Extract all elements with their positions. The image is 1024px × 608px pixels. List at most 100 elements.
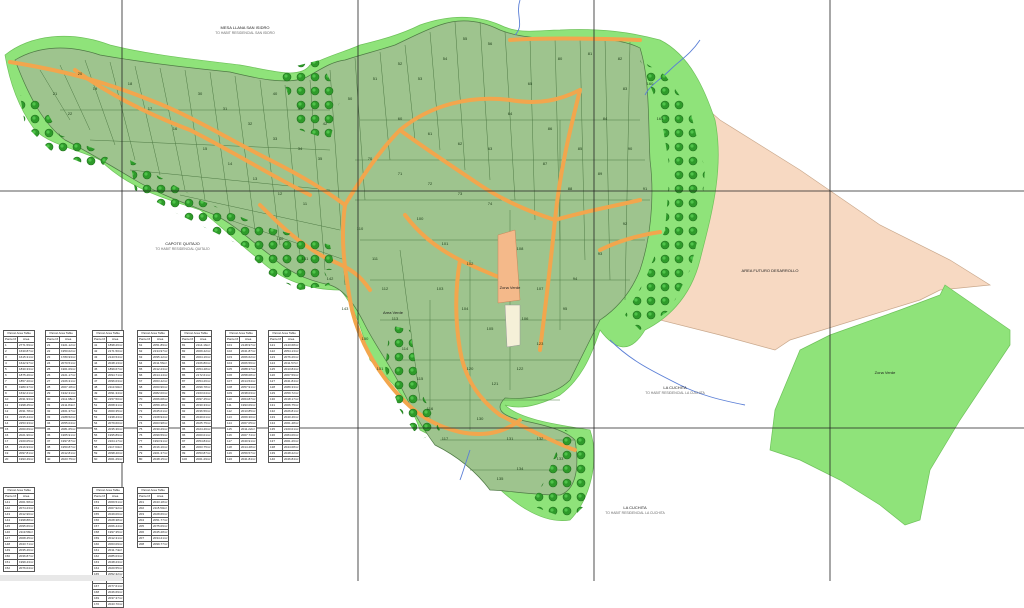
- lot-number: 56: [488, 41, 493, 46]
- cell-area: 2057.91m²: [239, 384, 258, 391]
- cell-area: 2049.06m²: [106, 511, 125, 518]
- table-row: 106 2058.08m²: [224, 372, 258, 379]
- table-title: Parcel Area Table: [267, 330, 301, 337]
- table-row: 114 2067.05m²: [224, 420, 258, 427]
- table-row: 109 2038.03m²: [224, 390, 258, 397]
- cell-area: 2076.26m²: [282, 354, 301, 361]
- table-row: 24 2070.51m²: [44, 360, 78, 367]
- parcel-area-table: Parcel Area Table Parcel # Area 81 2114.16m²…: [179, 330, 213, 463]
- lot-number: 120: [467, 366, 474, 371]
- table-row: 157 2066.44m²: [91, 523, 125, 530]
- table-row: 164 2020.55m²: [91, 565, 125, 572]
- table-row: 42 2171.50m²: [91, 348, 125, 355]
- cell-area: 2048.22m²: [282, 450, 301, 457]
- cell-area: 2088.37m²: [239, 366, 258, 373]
- lot-number: 17: [148, 106, 153, 111]
- cell-area: 2003.98m²: [151, 420, 170, 427]
- cell-area: 2054.26m²: [194, 378, 213, 385]
- cell-area: 2163.04m²: [194, 390, 213, 397]
- cell-area: 2043.70m²: [106, 601, 125, 608]
- label-west-sub: TO HABIT RESIDENCIAL QUITAJO: [155, 247, 210, 251]
- table-row: 18 2316.93m²: [2, 444, 36, 451]
- cell-area: 2031.78m²: [17, 408, 36, 415]
- table-row: 154 2007.92m²: [91, 505, 125, 512]
- table-row: 50 2157.50m²: [91, 396, 125, 403]
- table-row: 115 2011.22m²: [224, 426, 258, 433]
- table-row: 69 2082.00m²: [136, 390, 170, 397]
- label-future-area: AREA FUTURO DESARROLLO: [720, 268, 820, 273]
- table-row: 146 2119.58m²: [2, 529, 36, 536]
- table-row: 153 2069.51m²: [91, 499, 125, 506]
- table-row: 206 2045.28m²: [136, 529, 170, 536]
- table-row: 44 2048.13m²: [91, 360, 125, 367]
- table-row: 21 1921.12m²: [44, 342, 78, 349]
- table-title: Parcel Area Table: [136, 330, 170, 337]
- table-row: 46 2094.71m²: [91, 372, 125, 379]
- lot-number: 114: [402, 346, 409, 351]
- cell-area: 2053.87m²: [194, 450, 213, 457]
- cell-area: 2081.65m²: [59, 426, 78, 433]
- cell-area: 2058.08m²: [239, 372, 258, 379]
- cell-area: 1875.46m²: [17, 372, 36, 379]
- label-green-zone-name: Zona Verde: [874, 370, 896, 375]
- cell-area: 2164.17m²: [106, 438, 125, 445]
- cell-area: 2004.16m²: [194, 354, 213, 361]
- table-row: 202 2115.50m²: [136, 505, 170, 512]
- table-row: 25 1901.09m²: [44, 366, 78, 373]
- table-row: 15 2060.69m²: [2, 426, 36, 433]
- lot-number: 142: [327, 276, 334, 281]
- cell-area: 2069.51m²: [106, 499, 125, 506]
- lot-number: 101: [442, 241, 449, 246]
- cell-area: 2001.29m²: [194, 456, 213, 463]
- table-row: 30 2111.98m²: [44, 396, 78, 403]
- table-row: 123 2076.26m²: [267, 354, 301, 361]
- cell-area: 2018.17m²: [282, 396, 301, 403]
- cell-area: 2013.85m²: [239, 408, 258, 415]
- lot-number: 112: [382, 286, 389, 291]
- cell-area: 2021.96m²: [17, 432, 36, 439]
- cell-area: 2063.09m²: [106, 541, 125, 548]
- cell-area: 2020.55m²: [106, 565, 125, 572]
- cell-area: 2028.66m²: [151, 511, 170, 518]
- table-row: 103 2066.62m²: [224, 354, 258, 361]
- table-row: 161 2011.74m²: [91, 547, 125, 554]
- table-row: 37 1997.87m²: [44, 438, 78, 445]
- table-row: 108 2057.91m²: [224, 384, 258, 391]
- cell-area: 2100.01m²: [282, 426, 301, 433]
- col-header-parcel: Parcel #: [224, 336, 241, 343]
- lot-number: 86: [548, 126, 553, 131]
- lot-number: 50: [348, 96, 353, 101]
- cell-area: 2059.57m²: [239, 450, 258, 457]
- table-row: 87 2054.26m²: [179, 378, 213, 385]
- cell-area: 2099.59m²: [151, 432, 170, 439]
- table-row: 79 2201.37m²: [136, 450, 170, 457]
- table-row: 52 2000.35m²: [91, 408, 125, 415]
- table-title: Parcel Area Table: [2, 330, 36, 337]
- cell-area: 2063.75m²: [194, 444, 213, 451]
- cell-area: 2091.34m²: [106, 390, 125, 397]
- lot-number: 110: [357, 226, 364, 231]
- table-row: 144 1998.88m²: [2, 517, 36, 524]
- cell-area: 2097.45m²: [194, 396, 213, 403]
- cell-area: 2085.03m²: [106, 553, 125, 560]
- table-row: 119 2059.57m²: [224, 450, 258, 457]
- cell-area: 2028.38m²: [106, 517, 125, 524]
- table-row: 83 2004.16m²: [179, 354, 213, 361]
- table-row: 98 2063.75m²: [179, 444, 213, 451]
- cell-area: 2113.90m²: [106, 384, 125, 391]
- table-row: 41 1898.26m²: [91, 342, 125, 349]
- cell-area: 2036.87m²: [17, 553, 36, 560]
- parcel-area-table: Parcel Area Table Parcel # Area 153 2069.51m…: [91, 487, 125, 608]
- cell-area: 2012.81m²: [59, 450, 78, 457]
- cell-area: 2221.17m²: [59, 372, 78, 379]
- cell-area: 1901.09m²: [59, 366, 78, 373]
- cell-area: 2143.54m²: [106, 354, 125, 361]
- lot-number: 150: [362, 336, 369, 341]
- lot-number: 91: [643, 186, 648, 191]
- lot-number: 132: [537, 436, 544, 441]
- table-row: 145 2095.66m²: [2, 523, 36, 530]
- lot-number: 21: [53, 91, 58, 96]
- cell-area: 2095.66m²: [17, 523, 36, 530]
- cell-area: 2040.91m²: [239, 438, 258, 445]
- table-row: 47 2096.03m²: [91, 378, 125, 385]
